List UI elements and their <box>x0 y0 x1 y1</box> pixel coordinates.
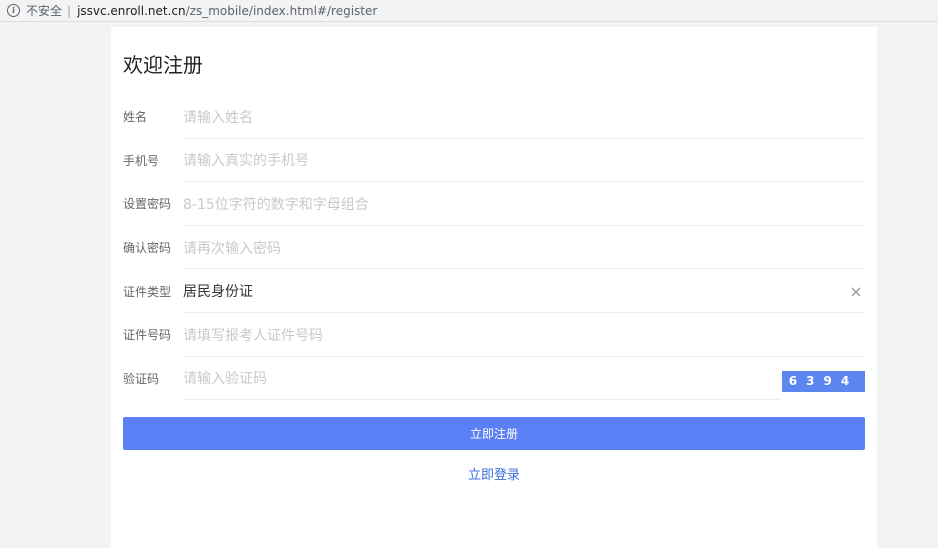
login-link[interactable]: 立即登录 <box>111 464 877 483</box>
name-label: 姓名 <box>123 110 148 125</box>
address-bar[interactable]: i 不安全 | jssvc.enroll.net.cn/zs_mobile/in… <box>0 0 938 22</box>
name-input[interactable]: 请输入姓名 <box>183 107 865 127</box>
id-type-label: 证件类型 <box>123 284 172 299</box>
captcha-row: 验证码 请输入验证码 6394 <box>123 357 865 401</box>
password-input[interactable]: 8-15位字符的数字和字母组合 <box>183 194 865 214</box>
confirm-password-label: 确认密码 <box>123 241 172 256</box>
phone-row: 手机号 请输入真实的手机号 <box>123 139 865 183</box>
security-label[interactable]: 不安全 <box>26 2 62 19</box>
id-type-select[interactable]: 居民身份证 <box>183 281 849 301</box>
register-form: 姓名 请输入姓名 手机号 请输入真实的手机号 设置密码 8-15位字符的数字和字… <box>123 95 865 400</box>
address-separator: | <box>67 3 72 18</box>
phone-input[interactable]: 请输入真实的手机号 <box>183 150 865 170</box>
page-title: 欢迎注册 <box>123 53 203 77</box>
confirm-password-row: 确认密码 请再次输入密码 <box>123 226 865 270</box>
captcha-image[interactable]: 6394 <box>782 370 865 392</box>
url-host[interactable]: jssvc.enroll.net.cn <box>77 4 186 18</box>
id-number-row: 证件号码 请填写报考人证件号码 <box>123 313 865 357</box>
password-row: 设置密码 8-15位字符的数字和字母组合 <box>123 182 865 226</box>
id-number-label: 证件号码 <box>123 328 172 343</box>
name-row: 姓名 请输入姓名 <box>123 95 865 139</box>
captcha-label: 验证码 <box>123 371 160 386</box>
confirm-password-input[interactable]: 请再次输入密码 <box>183 238 865 258</box>
password-label: 设置密码 <box>123 197 172 212</box>
url-path[interactable]: /zs_mobile/index.html#/register <box>186 4 378 18</box>
register-panel: 欢迎注册 姓名 请输入姓名 手机号 请输入真实的手机号 设置密码 8-15位字符… <box>111 27 877 548</box>
id-type-row: 证件类型 居民身份证 × <box>123 269 865 313</box>
phone-label: 手机号 <box>123 153 160 168</box>
register-button[interactable]: 立即注册 <box>123 417 865 450</box>
captcha-input[interactable]: 请输入验证码 <box>183 368 782 388</box>
close-icon[interactable]: × <box>849 282 863 301</box>
info-icon[interactable]: i <box>7 4 20 17</box>
id-number-input[interactable]: 请填写报考人证件号码 <box>183 325 865 345</box>
